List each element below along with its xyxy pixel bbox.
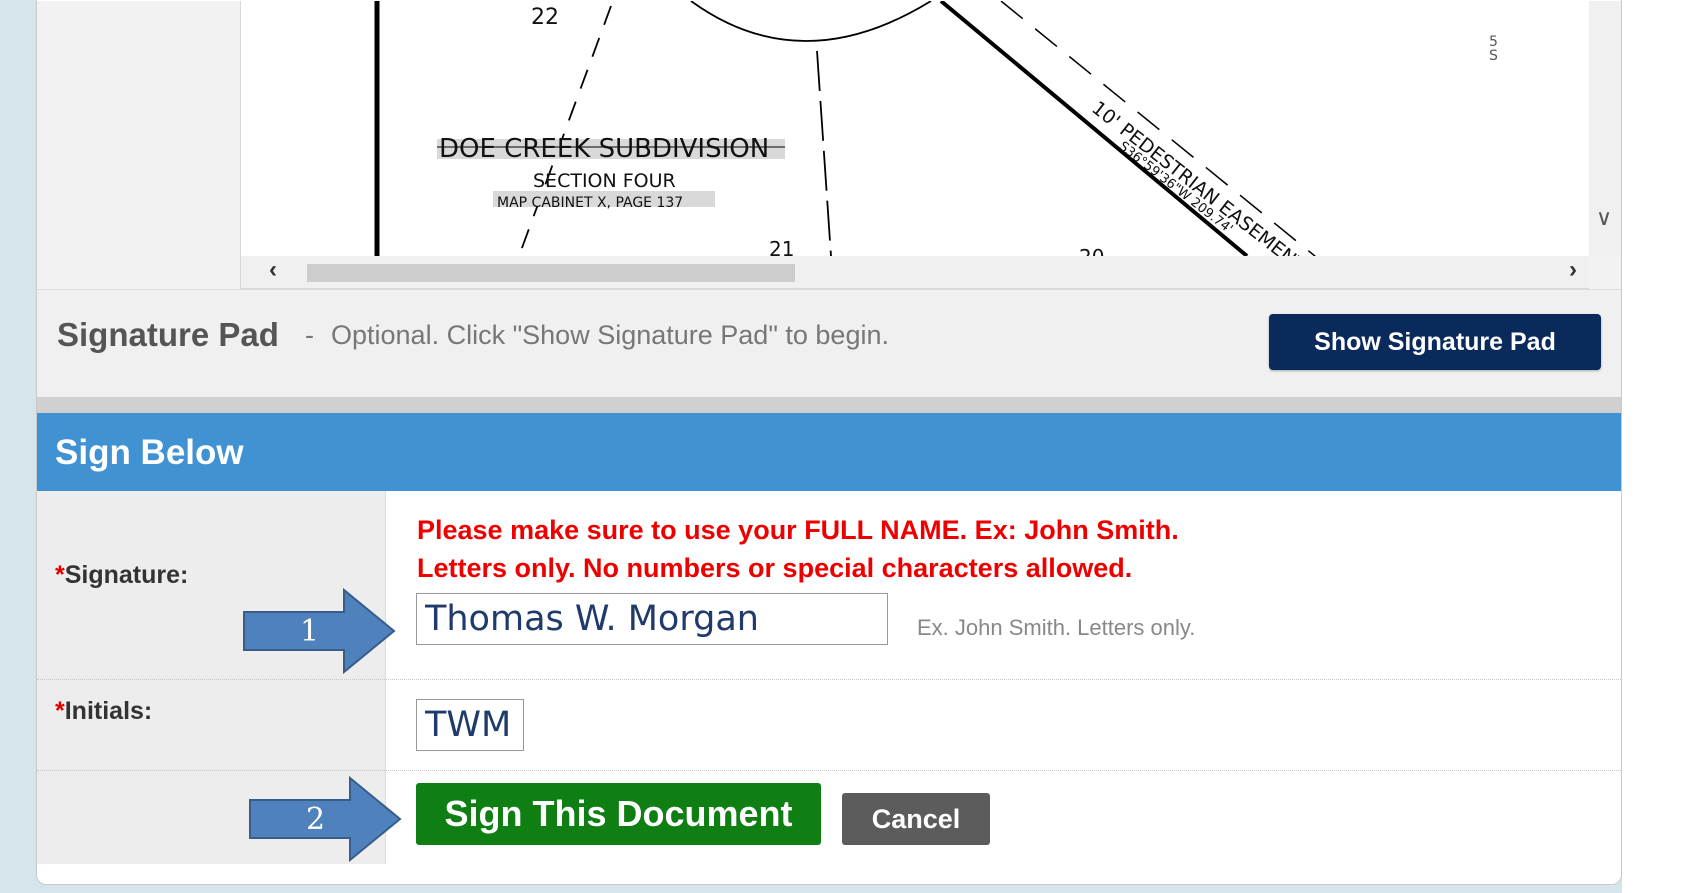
row-divider (37, 770, 1621, 771)
initials-label: *Initials: (55, 697, 152, 726)
signature-warning-line1: Please make sure to use your FULL NAME. … (417, 515, 1179, 545)
required-marker: * (55, 561, 65, 589)
row-divider (37, 679, 1621, 680)
lot-number-21: 21 (769, 237, 795, 256)
initials-label-text: Initials: (64, 697, 153, 725)
signature-label: *Signature: (55, 561, 188, 590)
callout-number-2: 2 (306, 802, 326, 837)
signature-pad-section: Signature Pad - Optional. Click "Show Si… (37, 289, 1621, 398)
chevron-left-icon[interactable]: ‹ (269, 256, 277, 284)
signature-label-text: Signature: (64, 561, 189, 589)
callout-arrow-2 (249, 776, 402, 862)
cancel-button[interactable]: Cancel (842, 793, 990, 845)
plat-drawing[interactable]: 22 DOE CREEK SUBDIVISION SECTION FOUR MA… (241, 1, 1589, 256)
sign-below-title: Sign Below (55, 433, 244, 472)
chevron-right-icon[interactable]: › (1569, 256, 1577, 284)
signature-hint: Ex. John Smith. Letters only. (917, 615, 1196, 640)
section-label: SECTION FOUR (533, 170, 676, 192)
viewer-gutter (37, 1, 241, 289)
map-reference: MAP CABINET X, PAGE 137 (497, 195, 684, 211)
sign-document-button[interactable]: Sign This Document (416, 783, 821, 845)
signature-warning-line2: Letters only. No numbers or special char… (417, 553, 1133, 583)
signature-pad-description: Optional. Click "Show Signature Pad" to … (331, 320, 889, 350)
lot-number-partial: 20 (1079, 245, 1104, 256)
scrollbar-thumb[interactable] (307, 264, 795, 282)
page-background-strip (1622, 0, 1684, 893)
signature-pad-title: Signature Pad (57, 316, 279, 353)
callout-arrow-1 (243, 588, 396, 674)
signing-panel: 22 DOE CREEK SUBDIVISION SECTION FOUR MA… (36, 0, 1622, 885)
edge-marks: 5 S (1489, 34, 1498, 64)
sign-below-header: Sign Below (37, 413, 1621, 491)
plat-linework (374, 1, 1317, 256)
horizontal-scrollbar[interactable]: ‹ › (241, 256, 1589, 289)
document-viewer: 22 DOE CREEK SUBDIVISION SECTION FOUR MA… (37, 1, 1621, 289)
signature-input[interactable] (416, 593, 888, 645)
required-marker: * (55, 697, 65, 725)
initials-input[interactable] (416, 699, 524, 751)
section-divider (37, 397, 1621, 413)
show-signature-pad-button[interactable]: Show Signature Pad (1269, 314, 1601, 370)
callout-number-1: 1 (300, 614, 320, 649)
vertical-scrollbar[interactable]: ∨ (1589, 1, 1621, 256)
chevron-down-icon[interactable]: ∨ (1596, 205, 1612, 231)
signature-pad-separator: - (305, 320, 314, 350)
subdivision-name: DOE CREEK SUBDIVISION (439, 134, 770, 164)
lot-number-22: 22 (531, 5, 559, 30)
